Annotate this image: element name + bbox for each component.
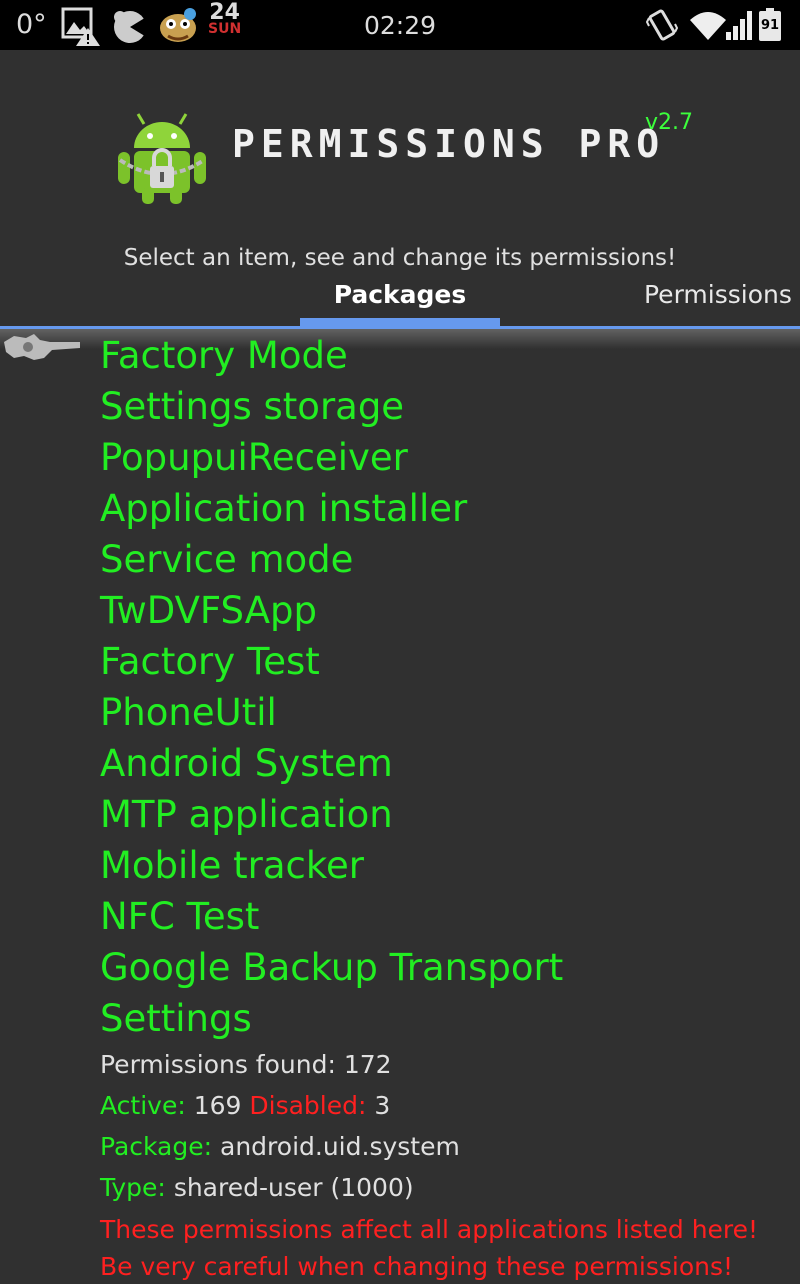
- temperature-text: 0°: [16, 9, 47, 40]
- list-item[interactable]: MTP application: [100, 791, 563, 842]
- settings-gear-icon: [4, 334, 80, 360]
- active-value: 169: [193, 1091, 242, 1120]
- disabled-value: 3: [374, 1091, 391, 1120]
- list-item[interactable]: Mobile tracker: [100, 842, 563, 893]
- permissions-found-value: 172: [343, 1050, 392, 1079]
- date-weekday: SUN: [208, 21, 242, 37]
- list-item[interactable]: Factory Mode: [100, 332, 563, 383]
- permissions-found-row: Permissions found: 172: [100, 1046, 800, 1087]
- list-item[interactable]: Settings: [100, 995, 563, 1046]
- package-label: Package:: [100, 1132, 213, 1161]
- selected-tab-indicator: [300, 318, 500, 326]
- list-item[interactable]: TwDVFSApp: [100, 587, 563, 638]
- warning-line-2: Be very careful when changing these perm…: [100, 1252, 734, 1281]
- active-label: Active:: [100, 1091, 186, 1120]
- type-row: Type: shared-user (1000): [100, 1169, 800, 1210]
- package-info-panel: Permissions found: 172 Active: 169 Disab…: [100, 1046, 800, 1284]
- gallery-alert-icon: [61, 7, 100, 46]
- list-item[interactable]: PopupuiReceiver: [100, 434, 563, 485]
- battery-icon: 91: [759, 8, 781, 41]
- android-lock-logo-icon: [118, 113, 206, 204]
- date-day: 24: [209, 0, 240, 25]
- package-row: Package: android.uid.system: [100, 1128, 800, 1169]
- type-value: shared-user (1000): [173, 1173, 414, 1202]
- battery-level: 91: [760, 18, 780, 33]
- list-item[interactable]: Factory Test: [100, 638, 563, 689]
- list-item[interactable]: PhoneUtil: [100, 689, 563, 740]
- permissions-found-label: Permissions found:: [100, 1050, 336, 1079]
- vibrate-icon: [646, 9, 678, 41]
- status-bar: 0° 24 SUN 02:29 91: [0, 0, 800, 50]
- list-item[interactable]: NFC Test: [100, 893, 563, 944]
- disabled-label: Disabled:: [249, 1091, 367, 1120]
- signal-icon: [726, 11, 752, 40]
- active-disabled-row: Active: 169 Disabled: 3: [100, 1087, 800, 1128]
- app-subtitle: Select an item, see and change its permi…: [123, 245, 677, 271]
- package-value: android.uid.system: [220, 1132, 460, 1161]
- list-item[interactable]: Application installer: [100, 485, 563, 536]
- list-item[interactable]: Android System: [100, 740, 563, 791]
- list-item[interactable]: Service mode: [100, 536, 563, 587]
- warning-line-1: These permissions affect all application…: [100, 1215, 759, 1244]
- pacman-app-icon: [114, 11, 148, 43]
- list-item[interactable]: Settings storage: [100, 383, 563, 434]
- type-label: Type:: [100, 1173, 166, 1202]
- app-version: v2.7: [645, 110, 694, 135]
- character-app-icon: [160, 8, 196, 42]
- tab-packages[interactable]: Packages: [300, 280, 500, 309]
- package-list: Factory Mode Settings storage PopupuiRec…: [100, 332, 563, 1046]
- app-title: PERMISSIONS PRO: [232, 122, 666, 166]
- clock-time: 02:29: [364, 11, 437, 40]
- date-widget: 24 SUN: [208, 0, 242, 38]
- wifi-icon: [690, 12, 726, 40]
- tab-permissions[interactable]: Permissions: [644, 280, 792, 309]
- list-item[interactable]: Google Backup Transport: [100, 944, 563, 995]
